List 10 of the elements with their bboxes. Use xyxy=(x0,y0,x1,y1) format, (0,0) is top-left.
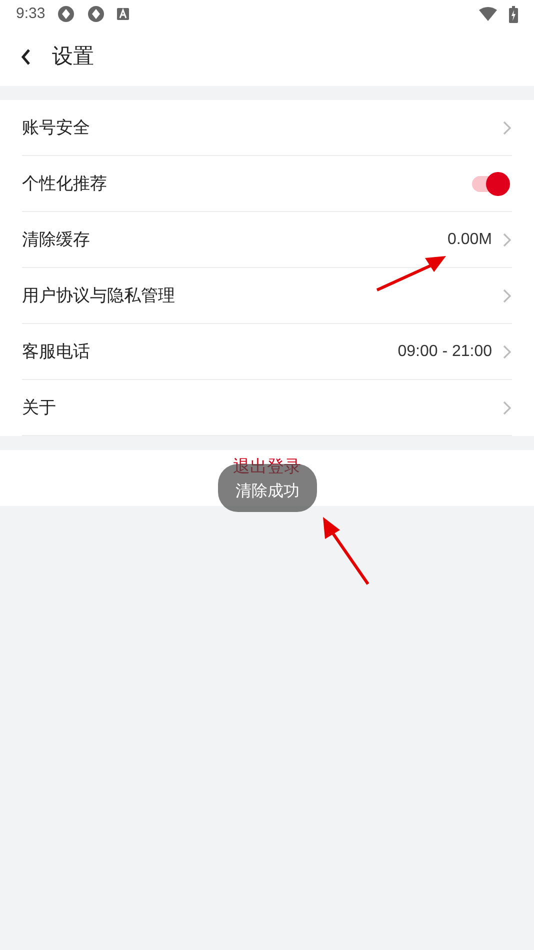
row-label: 个性化推荐 xyxy=(22,172,108,195)
row-value: 0.00M xyxy=(448,230,492,250)
row-label: 关于 xyxy=(22,396,57,419)
page-title: 设置 xyxy=(52,44,94,70)
row-value: 09:00 - 21:00 xyxy=(398,342,492,362)
row-label: 清除缓存 xyxy=(22,228,91,251)
row-label: 客服电话 xyxy=(22,340,91,363)
row-label: 账号安全 xyxy=(22,116,91,139)
row-label: 用户协议与隐私管理 xyxy=(22,284,176,307)
status-time: 9:33 xyxy=(16,4,46,24)
